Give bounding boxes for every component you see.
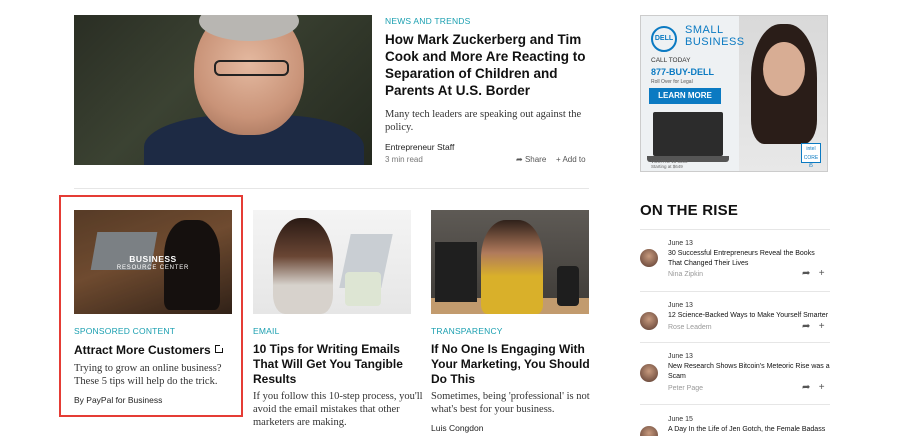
share-icon: ➦ [802, 268, 811, 279]
plus-icon: + [818, 321, 825, 332]
image-caption: RESOURCE CENTER [116, 265, 190, 271]
transparency-article-image[interactable] [431, 210, 589, 314]
intel-badge: intel CORE i5 [801, 143, 821, 169]
image-caption: BUSINESS [129, 254, 177, 264]
rise-title[interactable]: New Research Shows Bitcoin's Meteoric Ri… [668, 362, 838, 382]
dell-ad[interactable]: DELL SMALL BUSINESS CALL TODAY 877-BUY-DE… [640, 15, 828, 172]
email-article-image[interactable] [253, 210, 411, 314]
rise-author[interactable]: Rose Leadem [668, 324, 712, 331]
plus-icon: + [556, 155, 561, 164]
card-category[interactable]: EMAIL [253, 326, 280, 336]
card-headline[interactable]: Attract More Customers [74, 342, 224, 359]
ad-phone: 877-BUY-DELL [651, 67, 715, 77]
share-icon: ➦ [802, 382, 811, 393]
card-category: SPONSORED CONTENT [74, 326, 176, 336]
card-category[interactable]: TRANSPARENCY [431, 326, 503, 336]
external-link-icon [214, 344, 224, 353]
on-the-rise-heading: ON THE RISE [640, 202, 739, 219]
rise-item[interactable]: June 13 New Research Shows Bitcoin's Met… [640, 352, 830, 396]
dell-logo: DELL [651, 26, 677, 52]
rise-title[interactable]: 30 Successful Entrepreneurs Reveal the B… [668, 249, 833, 269]
rise-date: June 13 [668, 353, 693, 360]
card-dek: Trying to grow an online business? These … [74, 363, 222, 387]
rise-date: June 13 [668, 240, 693, 247]
rise-title[interactable]: 12 Science-Backed Ways to Make Yourself … [668, 311, 838, 321]
rise-actions[interactable]: ➦ + [802, 321, 825, 332]
rise-actions[interactable]: ➦ + [802, 382, 825, 393]
card-dek: Sometimes, being 'professional' is not wh… [431, 391, 590, 415]
learn-more-button[interactable]: LEARN MORE [649, 88, 721, 104]
featured-dek: Many tech leaders are speaking out again… [385, 109, 582, 133]
avatar [640, 364, 658, 382]
add-to-button[interactable]: + Add to [556, 155, 586, 164]
divider [74, 188, 589, 189]
divider [640, 404, 830, 405]
card-dek: If you follow this 10-step process, you'… [253, 391, 423, 428]
share-icon: ➦ [516, 155, 523, 164]
ad-headline: SMALL BUSINESS [685, 24, 745, 48]
featured-read-time: 3 min read [385, 155, 423, 164]
rise-item[interactable]: June 13 12 Science-Backed Ways to Make Y… [640, 300, 830, 334]
laptop-image [647, 112, 729, 162]
rise-author[interactable]: Peter Page [668, 385, 703, 392]
divider [640, 342, 830, 343]
featured-headline[interactable]: How Mark Zuckerberg and Tim Cook and Mor… [385, 31, 586, 99]
rise-date: June 15 [668, 416, 693, 423]
featured-image[interactable] [74, 15, 372, 165]
business-resource-center-image[interactable]: BUSINESS RESOURCE CENTER [74, 210, 232, 314]
rise-actions[interactable]: ➦ + [802, 268, 825, 279]
divider [640, 229, 830, 230]
share-icon: ➦ [802, 321, 811, 332]
divider [640, 291, 830, 292]
card-headline[interactable]: 10 Tips for Writing Emails That Will Get… [253, 342, 403, 387]
rise-item[interactable]: June 15 A Day In the Life of Jen Gotch, … [640, 414, 830, 436]
card-author[interactable]: By PayPal for Business [74, 395, 162, 405]
ad-legal-link[interactable]: Roll Over for Legal [651, 79, 693, 85]
plus-icon: + [818, 382, 825, 393]
avatar [640, 249, 658, 267]
ad-fine-print: VOSTRO 15 5000 Starting at $649 [651, 159, 688, 169]
avatar [640, 426, 658, 436]
ad-call: CALL TODAY [651, 57, 691, 64]
rise-item[interactable]: June 13 30 Successful Entrepreneurs Reve… [640, 240, 830, 284]
featured-author[interactable]: Entrepreneur Staff [385, 142, 454, 152]
rise-author[interactable]: Nina Zipkin [668, 271, 703, 278]
share-button[interactable]: ➦ Share [516, 155, 546, 164]
card-headline[interactable]: If No One Is Engaging With Your Marketin… [431, 342, 590, 387]
plus-icon: + [818, 268, 825, 279]
rise-title[interactable]: A Day In the Life of Jen Gotch, the Fema… [668, 425, 838, 435]
featured-category[interactable]: NEWS AND TRENDS [385, 16, 471, 26]
avatar [640, 312, 658, 330]
rise-date: June 13 [668, 302, 693, 309]
card-author[interactable]: Luis Congdon [431, 423, 483, 433]
